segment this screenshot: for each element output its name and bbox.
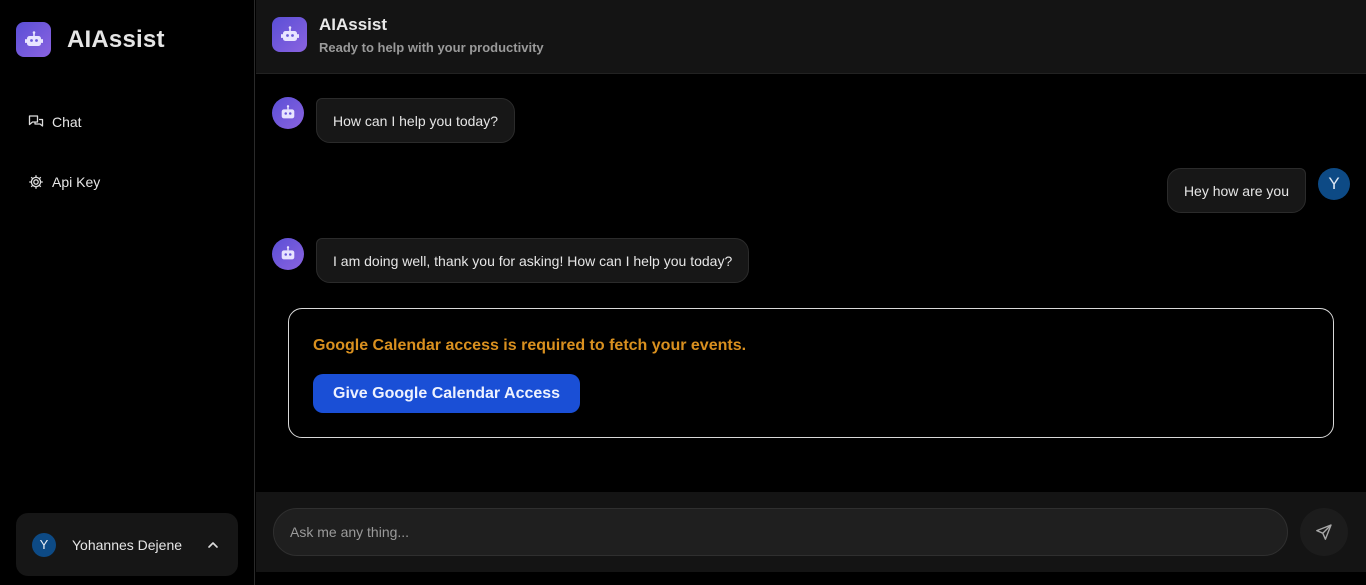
page-subtitle: Ready to help with your productivity bbox=[319, 40, 544, 55]
message-input[interactable] bbox=[274, 509, 1287, 555]
page-title: AIAssist bbox=[319, 15, 388, 34]
chat-header: AIAssist Ready to help with your product… bbox=[256, 0, 1366, 74]
robot-icon bbox=[272, 238, 304, 270]
app-root: AIAssist Chat Api Key Y Yohannes Dejene … bbox=[0, 0, 1366, 585]
sidebar-item-chat[interactable]: Chat bbox=[16, 100, 238, 144]
bot-message: I am doing well, thank you for asking! H… bbox=[316, 238, 750, 283]
send-button[interactable] bbox=[1300, 508, 1348, 556]
brand-name: AIAssist bbox=[67, 25, 165, 53]
give-calendar-access-button[interactable]: Give Google Calendar Access bbox=[313, 374, 581, 413]
sidebar-item-api-key[interactable]: Api Key bbox=[16, 160, 238, 204]
user-menu[interactable]: Y Yohannes Dejene bbox=[16, 513, 238, 576]
chat-panel: AIAssist Ready to help with your product… bbox=[256, 0, 1366, 585]
robot-icon bbox=[272, 17, 307, 52]
robot-logo-icon bbox=[16, 22, 51, 57]
chevron-up-icon[interactable] bbox=[206, 538, 220, 552]
message-composer bbox=[256, 492, 1366, 572]
brand: AIAssist bbox=[16, 22, 165, 57]
sidebar: AIAssist Chat Api Key Y Yohannes Dejene bbox=[0, 0, 255, 585]
chat-bubbles-icon bbox=[28, 114, 44, 130]
robot-icon bbox=[272, 97, 304, 129]
avatar: Y bbox=[32, 532, 56, 557]
user-message: Hey how are you bbox=[1166, 168, 1306, 213]
gear-icon bbox=[28, 174, 44, 190]
avatar: Y bbox=[1318, 168, 1350, 200]
sidebar-nav: Chat Api Key bbox=[16, 100, 238, 220]
message-input-wrapper bbox=[273, 508, 1288, 556]
user-name: Yohannes Dejene bbox=[72, 536, 183, 553]
bot-message: How can I help you today? bbox=[316, 98, 515, 143]
sidebar-item-label: Chat bbox=[52, 114, 82, 130]
sidebar-item-label: Api Key bbox=[52, 174, 101, 190]
calendar-access-card: Google Calendar access is required to fe… bbox=[288, 308, 1334, 438]
access-warning-text: Google Calendar access is required to fe… bbox=[313, 337, 747, 354]
send-icon bbox=[1315, 523, 1333, 541]
